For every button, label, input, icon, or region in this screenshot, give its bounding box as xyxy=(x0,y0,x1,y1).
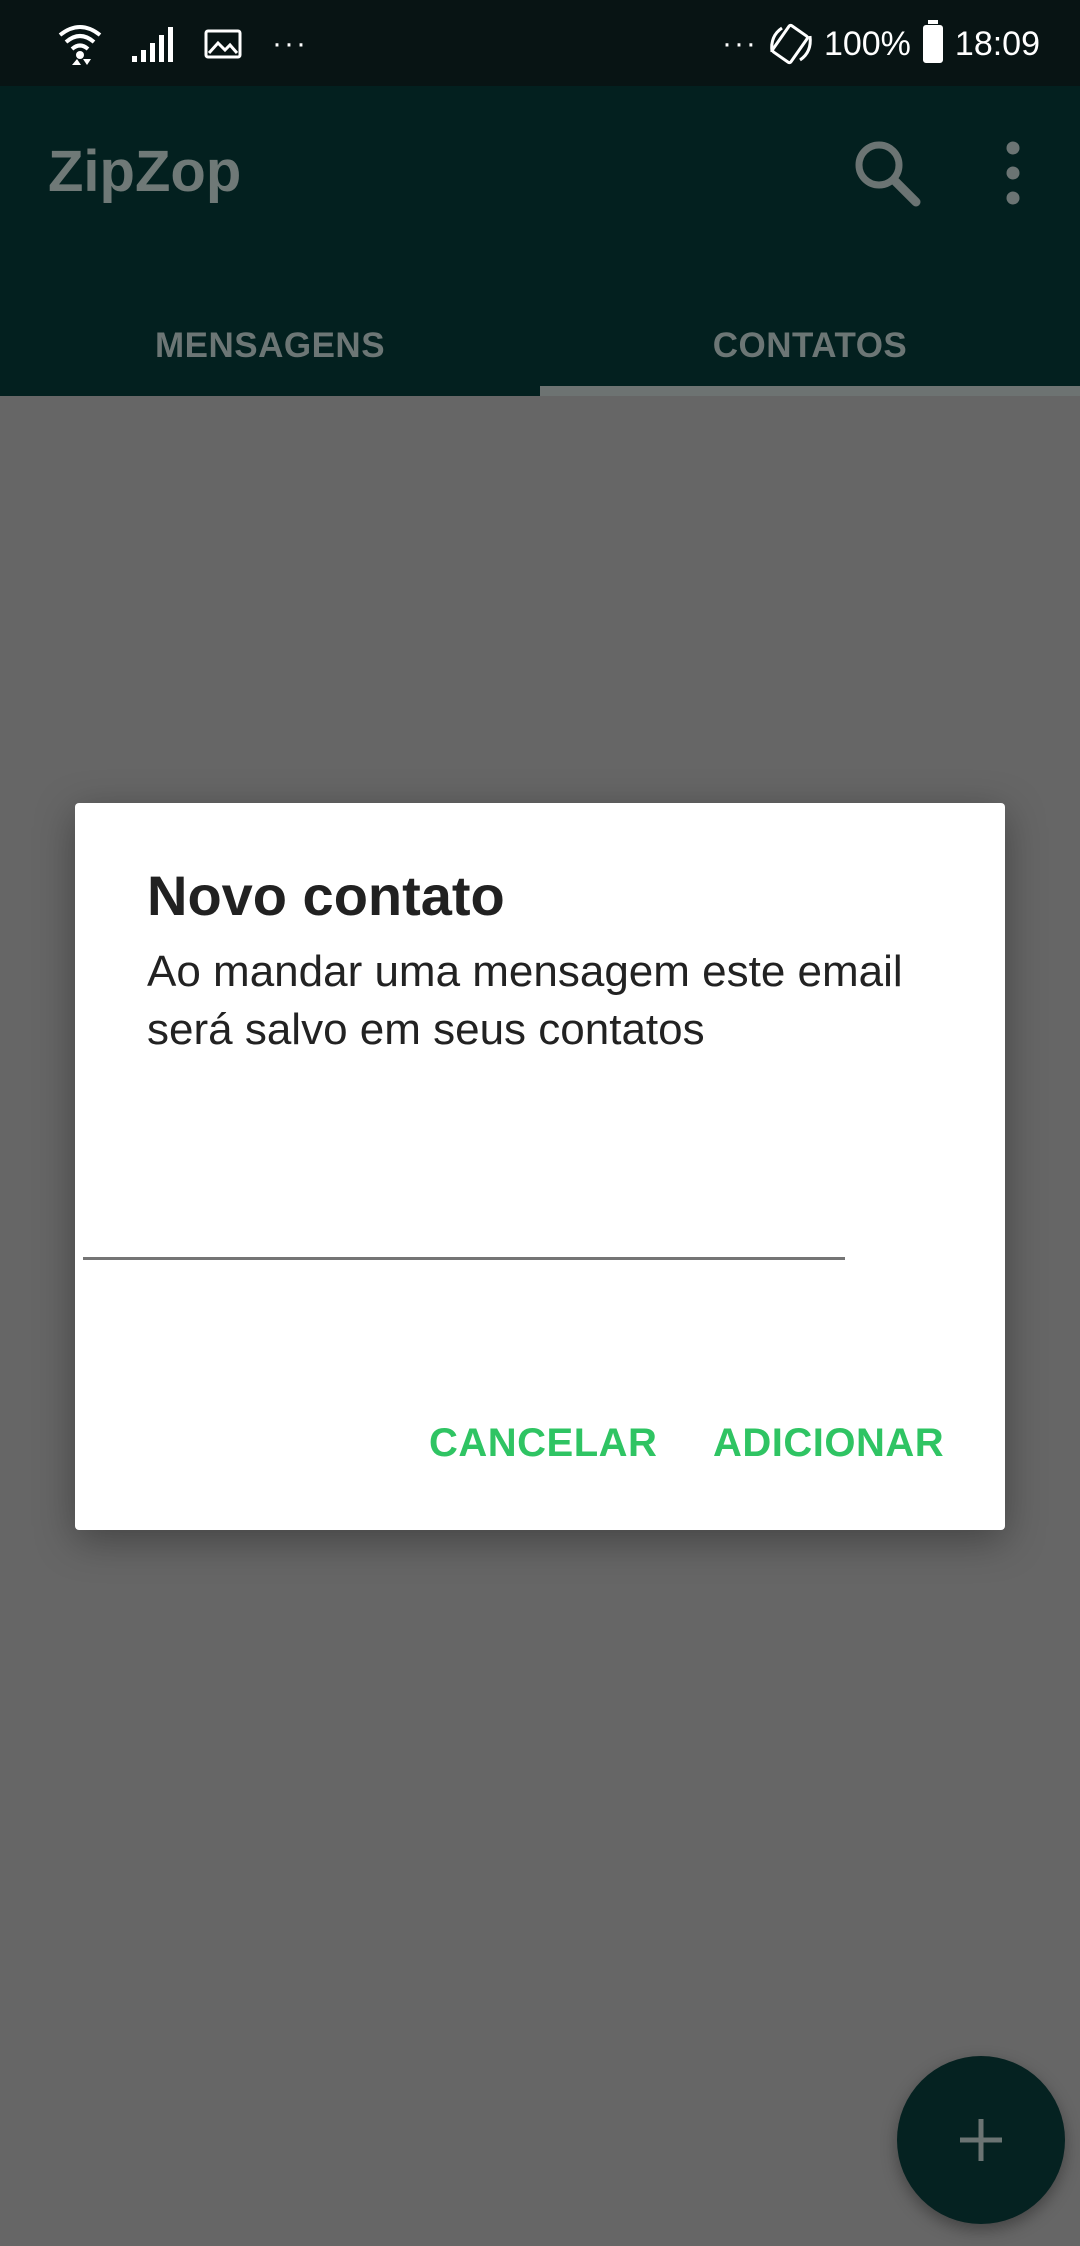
gallery-icon xyxy=(204,29,242,59)
cancel-button[interactable]: CANCELAR xyxy=(429,1403,657,1483)
add-contact-fab[interactable] xyxy=(897,2056,1065,2224)
search-icon[interactable] xyxy=(852,138,922,208)
dialog-title: Novo contato xyxy=(147,864,505,927)
status-icons-left: ··· xyxy=(58,16,308,72)
app-title: ZipZop xyxy=(48,139,242,204)
plus-icon xyxy=(960,2119,1002,2161)
status-bar: ··· ··· 100% 18:09 xyxy=(0,0,1080,86)
signal-icon xyxy=(132,27,173,62)
add-button[interactable]: ADICIONAR xyxy=(713,1403,944,1483)
screen: ··· ··· 100% 18:09 ZipZop MENSAGENS CONT… xyxy=(0,0,1080,2246)
tab-contatos[interactable]: CONTATOS xyxy=(540,296,1080,396)
battery-percent: 100% xyxy=(823,24,911,63)
tab-indicator xyxy=(540,386,1080,396)
battery-icon xyxy=(922,20,943,63)
dialog-message: Ao mandar uma mensagem este email será s… xyxy=(147,947,903,1054)
rotate-icon xyxy=(770,23,812,65)
wifi-icon xyxy=(58,25,102,65)
status-overflow-right: ··· xyxy=(721,27,758,60)
status-overflow-left: ··· xyxy=(272,27,308,60)
app-bar: ZipZop MENSAGENS CONTATOS xyxy=(0,86,1080,396)
clock: 18:09 xyxy=(954,24,1040,63)
status-icons-right: ··· 100% 18:09 xyxy=(722,16,1040,72)
tab-mensagens[interactable]: MENSAGENS xyxy=(0,296,540,396)
more-vert-icon[interactable] xyxy=(990,140,1036,206)
email-input[interactable] xyxy=(83,1140,845,1260)
